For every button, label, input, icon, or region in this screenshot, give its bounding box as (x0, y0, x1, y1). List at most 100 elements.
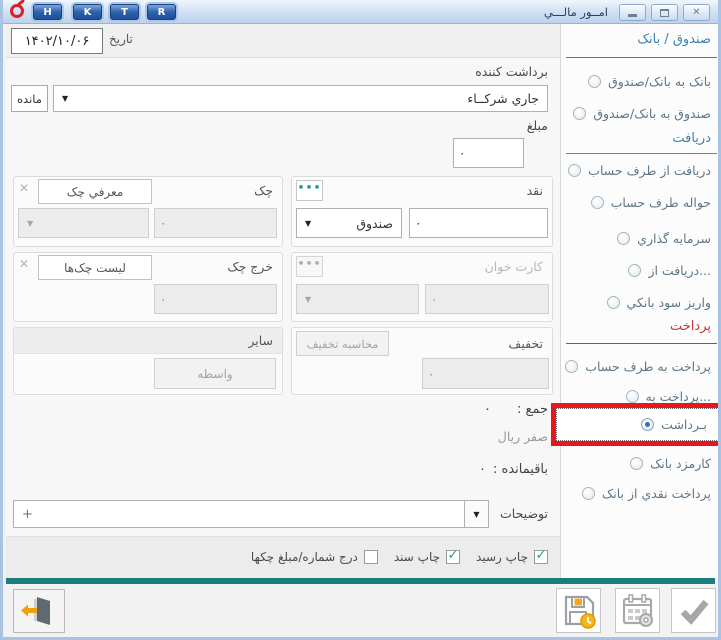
sidebar-item-receive-from[interactable]: دریافت از... (628, 258, 711, 282)
cheque-group: ✕ معرفي چک چک ۰ ▼ (13, 176, 283, 247)
radio-icon (582, 487, 595, 500)
cash-account-value: صندوق (356, 216, 401, 231)
brand-logo-icon (10, 4, 24, 18)
checkbox-checked-icon[interactable] (446, 550, 460, 564)
payer-account-dropdown[interactable]: ▼ جاري شرکــاء (53, 85, 548, 112)
confirm-button[interactable] (671, 588, 716, 633)
print-receipt-option[interactable]: چاپ رسید (476, 550, 548, 564)
radio-icon (617, 232, 630, 245)
remaining-label: باقیمانده : (493, 462, 548, 477)
cash-more-button[interactable]: ••• (296, 180, 323, 201)
notes-combobox[interactable]: + ▼ (13, 500, 489, 528)
payer-label: برداشت کننده (475, 64, 548, 79)
sum-value: ۰ (484, 402, 491, 417)
checkbox-unchecked-icon[interactable] (364, 550, 378, 564)
card-reader-amount-input: ۰ (425, 284, 549, 314)
cheque-spend-group: ✕ لیست چک‌ها خرج چک ۰ (13, 252, 283, 322)
discount-calc-button: محاسبه تخفیف (296, 331, 389, 356)
chevron-down-icon: ▼ (54, 94, 68, 103)
cheque-amount-input: ۰ (154, 208, 277, 238)
chevron-down-icon: ▼ (297, 219, 311, 228)
radio-icon (588, 75, 601, 88)
quick-button-h[interactable]: H (33, 4, 62, 20)
radio-selected-icon (641, 418, 654, 431)
schedule-button[interactable] (615, 588, 660, 633)
exit-button[interactable] (13, 589, 65, 633)
intermediary-button: واسطه (154, 358, 276, 389)
minimize-button[interactable] (619, 4, 646, 21)
save-button[interactable] (556, 588, 601, 633)
quick-button-t[interactable]: T (110, 4, 139, 20)
cheque-dropdown: ▼ (18, 208, 149, 238)
balance-button[interactable]: مانده (11, 85, 48, 112)
maximize-icon (660, 9, 669, 17)
sidebar-item-withdrawal-selected[interactable]: بـرداشت (641, 412, 707, 436)
cash-account-dropdown[interactable]: ▼ صندوق (296, 208, 402, 238)
cheque-spend-clear-icon[interactable]: ✕ (19, 258, 29, 270)
sidebar-item-pay-to-account[interactable]: پرداخت به طرف حساب (565, 354, 711, 378)
quick-button-k[interactable]: K (73, 4, 102, 20)
calendar-settings-icon (620, 593, 656, 629)
print-voucher-option[interactable]: چاپ سند (394, 550, 460, 564)
radio-icon (607, 296, 620, 309)
save-with-time-icon (561, 593, 597, 629)
radio-icon (568, 164, 581, 177)
remaining-value: ۰ (479, 462, 486, 477)
print-options-strip: چاپ رسید چاپ سند درج شماره/مبلغ چکها (6, 536, 560, 578)
close-button[interactable]: ✕ (683, 4, 710, 21)
sum-row: جمع : ۰ (484, 402, 548, 417)
quick-button-r[interactable]: R (147, 4, 176, 20)
cheque-clear-icon[interactable]: ✕ (19, 182, 29, 194)
sidebar-item-cash-payment-from-bank[interactable]: پرداخت نقدي از بانک (582, 481, 711, 505)
notes-label: توضیحات (500, 506, 548, 521)
sidebar-item-bank-to-bank[interactable]: بانک به بانک/صندوق (588, 69, 711, 93)
sidebar-item-account-transfer[interactable]: حواله طرف حساب (591, 190, 711, 214)
print-options-row: چاپ رسید چاپ سند درج شماره/مبلغ چکها (251, 550, 548, 564)
cheque-spend-amount-input: ۰ (154, 284, 277, 314)
sum-in-words: صفر ریال (498, 429, 548, 444)
radio-icon (591, 196, 604, 209)
card-reader-title: کارت خوان (485, 259, 543, 274)
cheque-intro-button[interactable]: معرفي چک (38, 179, 152, 204)
sidebar-item-bank-interest[interactable]: واریز سود بانکي (607, 290, 711, 314)
discount-amount-input: ۰ (422, 358, 549, 389)
close-icon: ✕ (692, 8, 700, 18)
operations-sidebar: صندوق / بانک بانک به بانک/صندوق صندوق به… (560, 24, 721, 578)
chevron-down-icon: ▼ (297, 295, 311, 304)
other-group-header (14, 328, 282, 354)
chevron-down-icon: ▼ (19, 219, 33, 228)
card-reader-more-button: ••• (296, 256, 323, 277)
title-bar: H K T R امــور مالـــي ✕ (3, 0, 718, 24)
checkbox-checked-icon[interactable] (534, 550, 548, 564)
annotation-red-box: بـرداشت (551, 403, 721, 446)
section-header-receipt: دریافت (672, 131, 711, 146)
sidebar-item-bank-fee[interactable]: کارمزد بانک (630, 451, 711, 475)
sum-label: جمع : (517, 402, 548, 417)
sidebar-item-receive-from-account[interactable]: دریافت از طرف حساب (568, 158, 711, 182)
minimize-icon (628, 14, 637, 17)
cheque-list-button[interactable]: لیست چک‌ها (38, 255, 152, 280)
date-input[interactable]: ۱۴۰۲/۱۰/۰۶ (11, 28, 103, 54)
print-voucher-label: چاپ سند (394, 550, 440, 564)
insert-cheque-number-label: درج شماره/مبلغ چکها (251, 550, 358, 564)
cash-group-title: نقد (527, 183, 543, 198)
exit-door-icon (20, 595, 58, 627)
discount-title: تخفیف (508, 336, 543, 351)
insert-cheque-number-option[interactable]: درج شماره/مبلغ چکها (251, 550, 378, 564)
notes-dropdown-button[interactable]: ▼ (464, 501, 488, 527)
other-group: سایر واسطه (13, 327, 283, 395)
sidebar-item-investment[interactable]: سرمایه گذاري (617, 226, 711, 250)
maximize-button[interactable] (651, 4, 678, 21)
section-header-payment: پرداخت (670, 319, 711, 334)
cash-amount-input[interactable]: ۰ (409, 208, 548, 238)
amount-label: مبلغ (527, 118, 548, 133)
cash-group: نقد ••• ۰ ▼ صندوق (291, 176, 553, 247)
section-underline (566, 343, 717, 344)
date-label: تاریخ (109, 32, 133, 46)
other-title: سایر (248, 333, 273, 348)
section-underline (566, 153, 717, 154)
remaining-row: باقیمانده : ۰ (479, 462, 548, 477)
date-row: ۱۴۰۲/۱۰/۰۶ تاریخ (6, 24, 560, 58)
amount-input[interactable]: ۰ (453, 138, 524, 168)
sidebar-item-fund-to-bank[interactable]: صندوق به بانک/صندوق (573, 101, 711, 125)
